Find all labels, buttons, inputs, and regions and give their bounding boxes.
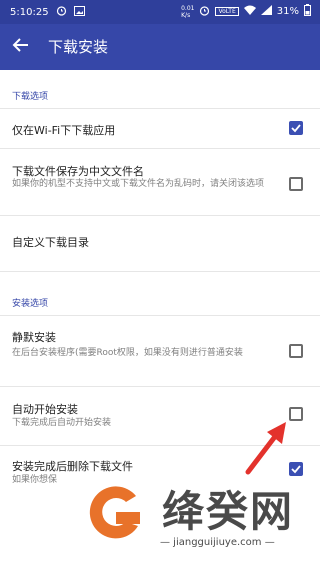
setting-subtitle: 如果你的机型不支持中文或下载文件名为乱码时，请关闭该选项 [12,179,265,189]
status-bar: 5:10:25 0.01 K/s VoLTE 31% [0,0,320,24]
chinese-filename-checkbox[interactable] [289,177,303,191]
divider [0,148,320,149]
delete-after-install-checkbox[interactable] [289,462,303,476]
setting-title: 自动开始安装 [12,403,78,416]
setting-title: 安装完成后删除下载文件 [12,460,133,473]
divider [0,315,320,316]
watermark: 绛癸网 — jiangguijiuye.com — [80,476,320,561]
back-arrow-icon[interactable] [10,34,32,56]
watermark-logo-icon [89,486,140,539]
wifi-icon [243,5,256,18]
network-speed: 0.01 K/s [181,4,195,19]
app-bar: 下载安装 [0,24,320,70]
battery-icon [304,4,311,19]
setting-title: 下载文件保存为中文文件名 [12,165,144,178]
signal-icon [260,5,272,18]
divider [0,108,320,109]
setting-title: 自定义下载目录 [12,236,89,249]
page-title: 下载安装 [48,38,109,56]
setting-title: 仅在Wi-Fi下下载应用 [12,124,116,137]
setting-title: 静默安装 [12,331,56,344]
image-notification-icon [73,5,85,19]
section-header-download: 下载选项 [12,92,49,102]
divider [0,271,320,272]
watermark-brand: 绛癸网 [162,487,295,536]
divider [0,215,320,216]
battery-percent: 31% [276,6,299,17]
watermark-url: — jiangguijiuye.com — [160,537,275,548]
red-annotation-arrow-icon [245,422,286,475]
auto-install-checkbox[interactable] [289,407,303,421]
wifi-only-checkbox[interactable] [289,121,303,135]
silent-install-checkbox[interactable] [289,344,303,358]
alarm-icon [199,5,210,19]
volte-badge: VoLTE [215,7,239,16]
alarm-icon [56,5,67,19]
section-header-install: 安装选项 [12,299,49,309]
status-time: 5:10:25 [10,6,49,18]
setting-subtitle: 在后台安装程序(需要Root权限，如果没有则进行普通安装 [12,348,243,358]
divider [0,386,320,387]
